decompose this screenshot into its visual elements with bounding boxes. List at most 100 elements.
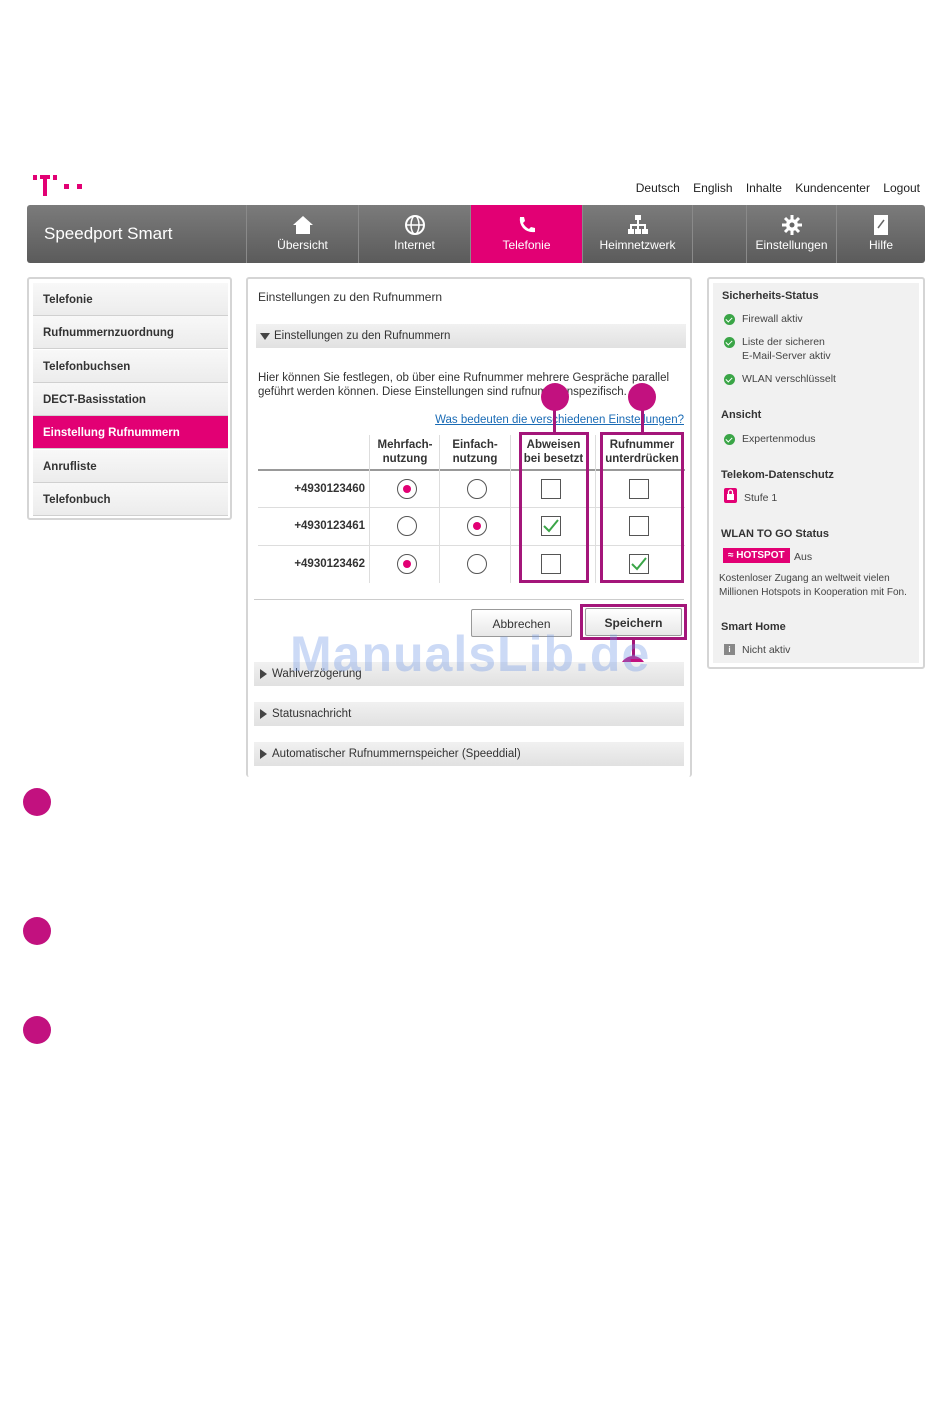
watermark: ManualsLib.de <box>290 626 651 682</box>
privacy-title: Telekom-Datenschutz <box>721 469 834 481</box>
sidebar-item-rufnummernzuordnung[interactable]: Rufnummernzuordnung <box>33 316 228 349</box>
col-header-line: nutzung <box>382 453 428 465</box>
ok-check-icon <box>724 314 735 325</box>
help-book-icon <box>874 215 888 235</box>
radio-einfach-row3[interactable] <box>467 554 487 574</box>
smarthome-state: Nicht aktiv <box>742 644 791 656</box>
callout-line <box>553 408 556 432</box>
nav-label: Internet <box>394 238 435 252</box>
section-label: Automatischer Rufnummernspeicher (Speedd… <box>272 748 521 760</box>
nav-uebersicht[interactable]: Übersicht <box>246 205 358 263</box>
privacy-level: Stufe 1 <box>744 492 778 504</box>
col-divider <box>439 435 440 583</box>
col-divider <box>510 435 511 583</box>
link-inhalte[interactable]: Inhalte <box>746 181 782 195</box>
description-line-2: geführt werden können. Diese Einstellung… <box>258 386 627 398</box>
top-links: Deutsch English Inhalte Kundencenter Log… <box>0 181 920 195</box>
col-divider <box>595 435 596 583</box>
link-deutsch[interactable]: Deutsch <box>636 181 680 195</box>
sidebar-item-telefonbuch[interactable]: Telefonbuch <box>33 483 228 516</box>
callout-bullet-1 <box>23 788 51 816</box>
nav-spacer <box>692 205 746 263</box>
col-divider <box>369 435 370 583</box>
sidebar-item-telefonie[interactable]: Telefonie <box>33 283 228 316</box>
radio-einfach-row1[interactable] <box>467 479 487 499</box>
ok-check-icon <box>724 374 735 385</box>
callout-frame-unterdruecken <box>600 432 684 583</box>
radio-mehrfach-row1[interactable] <box>397 479 417 499</box>
nav-internet[interactable]: Internet <box>358 205 470 263</box>
description-line-1: Hier können Sie festlegen, ob über eine … <box>258 372 670 384</box>
nav-label: Telefonie <box>502 238 551 252</box>
col-header-line: nutzung <box>452 453 498 465</box>
caret-down-icon <box>260 333 270 340</box>
callout-line <box>641 408 644 432</box>
smarthome-title: Smart Home <box>721 621 786 633</box>
phone-number: +4930123462 <box>294 558 365 570</box>
radio-mehrfach-row3[interactable] <box>397 554 417 574</box>
ok-check-icon <box>724 337 735 348</box>
phone-icon <box>519 217 535 233</box>
side-menu: Telefonie Rufnummernzuordnung Telefonbuc… <box>27 277 232 520</box>
ok-check-icon <box>724 434 735 445</box>
section-label: Statusnachricht <box>272 708 352 720</box>
col-header-line: Einfach- <box>452 439 498 451</box>
callout-pin-2 <box>628 383 656 411</box>
security-status-title: Sicherheits-Status <box>722 290 819 302</box>
callout-pin-1 <box>541 383 569 411</box>
col-header-mehrfach: Mehrfach-nutzung <box>371 438 439 466</box>
section-label: Einstellungen zu den Rufnummern <box>274 330 451 342</box>
expert-mode: Expertenmodus <box>742 433 816 445</box>
nav-label: Heimnetzwerk <box>599 238 676 252</box>
phone-number: +4930123461 <box>294 520 365 532</box>
hotspot-desc-line-2: Millionen Hotspots in Kooperation mit Fo… <box>719 587 907 598</box>
home-icon <box>292 216 313 234</box>
phone-number: +4930123460 <box>294 483 365 495</box>
sidebar-item-anrufliste[interactable]: Anrufliste <box>33 450 228 483</box>
mail-status-line-1: Liste der sicheren <box>742 336 825 348</box>
wlan-status: WLAN verschlüsselt <box>742 373 836 385</box>
nav-telefonie[interactable]: Telefonie <box>470 205 582 263</box>
section-speeddial[interactable]: Automatischer Rufnummernspeicher (Speedd… <box>254 742 684 766</box>
radio-mehrfach-row2[interactable] <box>397 516 417 536</box>
wlan-togo-title: WLAN TO GO Status <box>721 528 829 540</box>
nav-label: Übersicht <box>277 238 328 252</box>
hotspot-badge-label: HOTSPOT <box>736 550 785 561</box>
help-link[interactable]: Was bedeuten die verschiedenen Einstellu… <box>435 414 684 426</box>
divider <box>254 599 684 600</box>
nav-einstellungen[interactable]: Einstellungen <box>746 205 836 263</box>
callout-frame-abweisen <box>519 432 589 583</box>
nav-label: Einstellungen <box>755 238 828 252</box>
caret-right-icon <box>260 709 267 719</box>
view-title: Ansicht <box>721 409 762 421</box>
nav-heimnetzwerk[interactable]: Heimnetzwerk <box>582 205 692 263</box>
callout-bullet-2 <box>23 917 51 945</box>
hotspot-badge: ≈ HOTSPOT <box>723 548 790 563</box>
link-kundencenter[interactable]: Kundencenter <box>795 181 870 195</box>
sidebar-item-einstellung-rufnummern[interactable]: Einstellung Rufnummern <box>33 416 228 449</box>
mail-status-line-2: E-Mail-Server aktiv <box>742 350 831 362</box>
brand-title: Speedport Smart <box>44 224 173 243</box>
section-statusnachricht[interactable]: Statusnachricht <box>254 702 684 726</box>
privacy-lock-icon <box>724 488 737 503</box>
nav-label: Hilfe <box>868 238 893 252</box>
caret-right-icon <box>260 749 267 759</box>
caret-right-icon <box>260 669 267 679</box>
link-english[interactable]: English <box>693 181 732 195</box>
gear-icon <box>781 215 802 235</box>
sidebar-item-telefonbuchsen[interactable]: Telefonbuchsen <box>33 350 228 383</box>
callout-bullet-3 <box>23 1016 51 1044</box>
page-title: Einstellungen zu den Rufnummern <box>258 290 443 304</box>
sidebar-item-dect[interactable]: DECT-Basisstation <box>33 383 228 416</box>
nav-hilfe[interactable]: Hilfe <box>836 205 925 263</box>
info-icon: i <box>724 644 735 655</box>
col-header-line: Mehrfach- <box>377 439 433 451</box>
status-panel: Sicherheits-Status Firewall aktiv Liste … <box>707 277 925 669</box>
hotspot-desc-line-1: Kostenloser Zugang an weltweit vielen <box>719 573 890 584</box>
section-rufnummern-header[interactable]: Einstellungen zu den Rufnummern <box>256 324 686 348</box>
radio-einfach-row2[interactable] <box>467 516 487 536</box>
hotspot-state: Aus <box>794 551 813 563</box>
globe-icon <box>404 215 425 235</box>
link-logout[interactable]: Logout <box>883 181 920 195</box>
network-icon <box>627 215 648 234</box>
